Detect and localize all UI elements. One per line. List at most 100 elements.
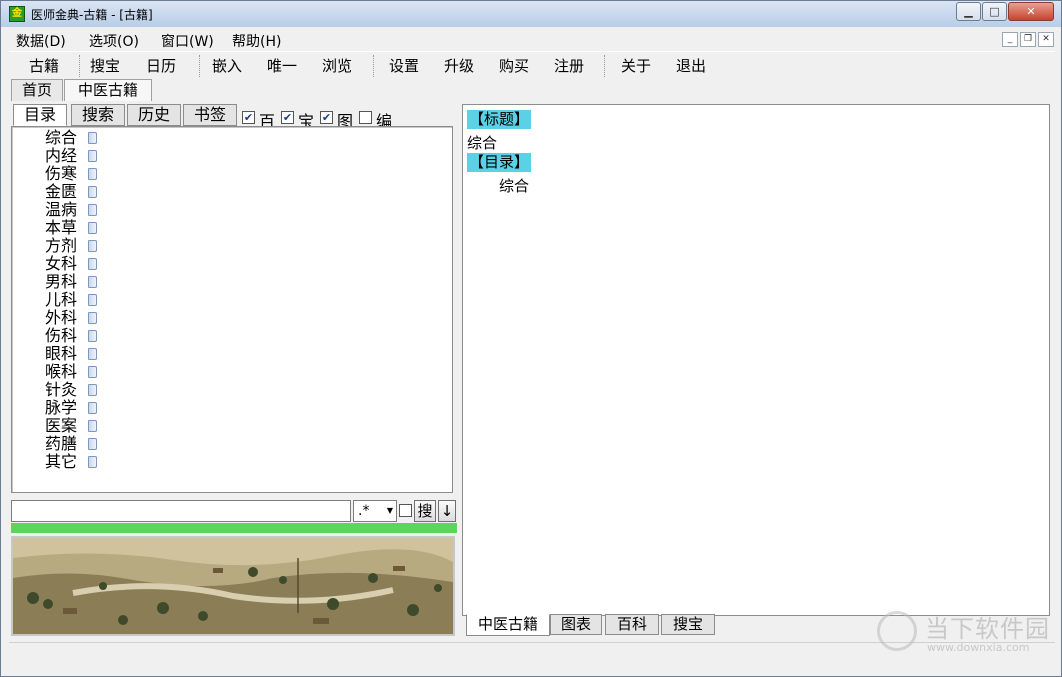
tree-item[interactable]: 儿科 [45,290,97,309]
book-icon [88,294,97,306]
checkbox-tu[interactable]: ✔ [320,111,333,124]
toolbar-calendar-button[interactable]: 日历 [146,55,176,77]
search-input[interactable] [11,500,351,522]
checkbox-bai[interactable]: ✔ [242,111,255,124]
mdi-close-button[interactable]: ✕ [1038,32,1054,47]
toolbar-unique-button[interactable]: 唯一 [267,55,297,77]
regex-select-value: .* [358,503,370,519]
catalog-tree: 综合 内经 伤寒 金匮 温病 本草 方剂 女科 男科 儿科 外科 伤科 眼科 喉科 针灸 脉学 医案 药膳 其它 [11,126,453,493]
tree-item[interactable]: 本草 [45,218,97,237]
toolbar-register-button[interactable]: 注册 [554,55,584,77]
tree-item[interactable]: 眼科 [45,345,97,363]
tab-home[interactable]: 首页 [11,79,63,101]
tree-item-label: 综合 [45,128,78,147]
toc-item-link[interactable]: 综合 [499,175,529,196]
mdi-restore-button[interactable]: ❐ [1020,32,1036,47]
watermark: 当下软件园 www.downxia.com [877,609,1049,659]
toolbar-guji-button[interactable]: 古籍 [29,55,59,77]
tab-bookmarks[interactable]: 书签 [183,104,237,126]
tree-item[interactable]: 脉学 [45,398,97,417]
tab-bottom-tcm-classics[interactable]: 中医古籍 [466,614,550,636]
watermark-url: www.downxia.com [927,641,1030,654]
book-icon [88,420,97,432]
tab-bottom-encyclopedia[interactable]: 百科 [605,614,659,635]
tree-item-label: 儿科 [45,290,78,309]
book-icon [88,222,97,234]
tree-item[interactable]: 药膳 [45,435,97,453]
toolbar-settings-button[interactable]: 设置 [389,55,419,77]
tab-bottom-charts[interactable]: 图表 [550,614,602,635]
next-result-button[interactable]: ↓ [438,500,456,522]
tree-item-label: 医案 [45,416,78,435]
tree-item[interactable]: 男科 [45,273,97,291]
tree-item[interactable]: 女科 [45,255,97,273]
landscape-painting-image [11,536,455,636]
book-icon [88,132,97,144]
toolbar-about-button[interactable]: 关于 [621,55,651,77]
window-title: 医师金典-古籍 - [古籍] [31,8,153,22]
book-icon [88,312,97,324]
toolbar-upgrade-button[interactable]: 升级 [444,55,474,77]
close-button[interactable]: ✕ [1008,2,1054,21]
tab-tcm-classics[interactable]: 中医古籍 [64,79,152,101]
tree-item[interactable]: 伤科 [45,326,97,345]
toolbar-separator [79,55,81,77]
checkbox-bian[interactable] [359,111,372,124]
tree-item[interactable]: 伤寒 [45,165,97,183]
toc-heading-tag: 【目录】 [467,153,532,172]
book-icon [88,276,97,288]
progress-bar [11,523,457,533]
tab-catalog[interactable]: 目录 [13,104,67,126]
menu-window[interactable]: 窗口(W) [161,31,214,51]
tree-item[interactable]: 温病 [45,200,97,219]
minimize-button[interactable]: ▁ [956,2,981,21]
mdi-minimize-button[interactable]: _ [1002,32,1018,47]
tree-item[interactable]: 其它 [45,453,97,471]
tree-item[interactable]: 外科 [45,309,97,327]
tree-item-label: 方剂 [45,236,78,255]
chevron-down-icon: ▼ [386,506,393,515]
tree-item[interactable]: 喉科 [45,362,97,381]
tree-item-label: 内经 [45,146,78,165]
tree-item[interactable]: 方剂 [45,236,97,255]
tree-item[interactable]: 内经 [45,146,97,165]
menu-help[interactable]: 帮助(H) [232,31,281,51]
menu-data[interactable]: 数据(D) [16,31,66,51]
book-icon [88,204,97,216]
tree-item-label: 脉学 [45,398,78,417]
book-icon [88,456,97,468]
painting-illustration [13,538,453,634]
menu-bar: 数据(D) 选项(O) 窗口(W) 帮助(H) _ ❐ ✕ [9,29,1055,51]
regex-select[interactable]: .* ▼ [353,500,397,522]
search-button[interactable]: 搜 [414,500,436,522]
tab-history[interactable]: 历史 [127,104,181,126]
toolbar-buy-button[interactable]: 购买 [499,55,529,77]
toolbar-browse-button[interactable]: 浏览 [322,55,352,77]
tab-bottom-soubao[interactable]: 搜宝 [661,614,715,635]
tree-item[interactable]: 综合 [45,128,97,147]
book-icon [88,384,97,396]
tree-item-label: 喉科 [45,362,78,381]
maximize-button[interactable]: □ [982,2,1007,21]
toolbar-soubao-button[interactable]: 搜宝 [90,55,120,77]
toolbar: 古籍 搜宝 日历 嵌入 唯一 浏览 设置 升级 购买 注册 关于 退出 [9,51,1055,79]
title-value: 综合 [467,134,498,152]
tree-item-label: 针灸 [45,380,78,399]
toolbar-exit-button[interactable]: 退出 [676,55,706,77]
tree-item[interactable]: 针灸 [45,380,97,399]
tree-item-label: 伤科 [45,326,78,345]
toolbar-embed-button[interactable]: 嵌入 [212,55,242,77]
left-pane: 目录 搜索 历史 书签 ✔ 百 ✔ 宝 ✔ 图 编 综合 内经 伤寒 金匮 温病 本草 方剂… [9,101,457,639]
menu-options[interactable]: 选项(O) [89,31,139,51]
tree-item-label: 本草 [45,218,78,237]
search-option-checkbox[interactable] [399,504,412,517]
catalog-tree-list: 综合 内经 伤寒 金匮 温病 本草 方剂 女科 男科 儿科 外科 伤科 眼科 喉科 针灸 脉学 医案 药膳 其它 [45,128,97,471]
tree-item[interactable]: 医案 [45,416,97,435]
toolbar-separator [199,55,201,77]
tab-search[interactable]: 搜索 [71,104,125,126]
book-icon [88,168,97,180]
tree-item[interactable]: 金匮 [45,183,97,201]
tree-item-label: 温病 [45,200,78,219]
book-icon [88,330,97,342]
checkbox-bao[interactable]: ✔ [281,111,294,124]
